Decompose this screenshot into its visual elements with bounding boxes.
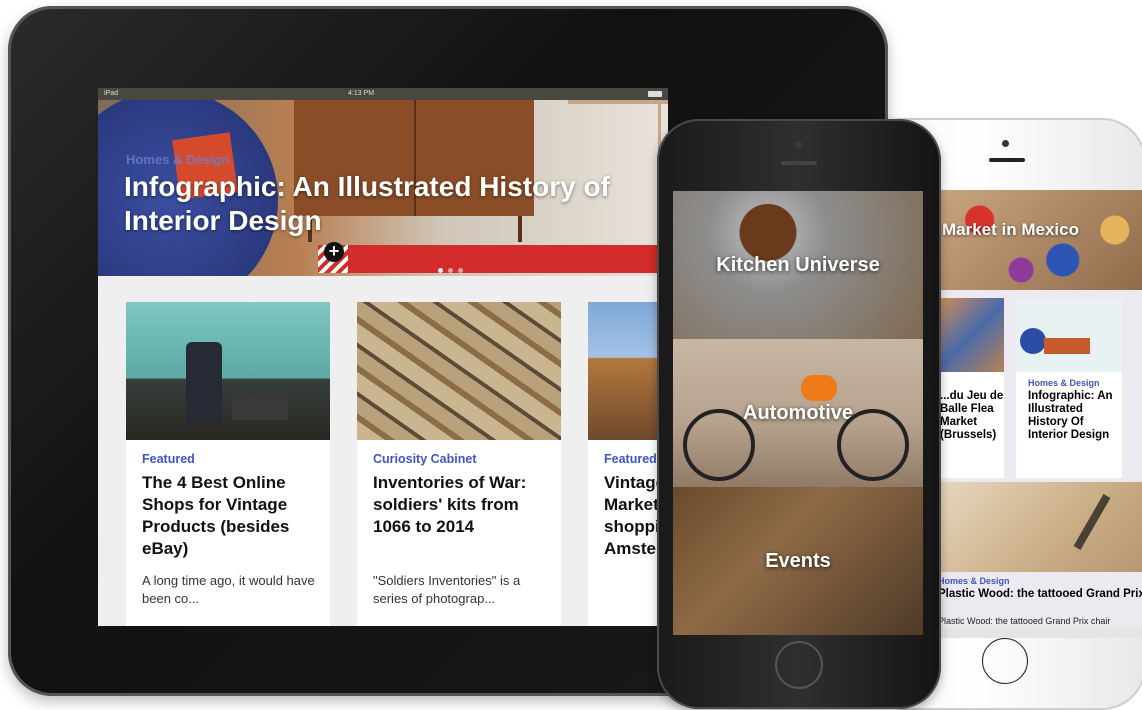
article-title[interactable]: The 4 Best Online Shops for Vintage Prod…	[142, 472, 322, 560]
bottom-bar	[938, 628, 1142, 638]
article-image	[357, 302, 561, 440]
category-tile-events[interactable]: Events	[673, 487, 923, 635]
phone-black-device: Kitchen Universe Automotive Events	[657, 119, 941, 709]
carousel-dot[interactable]	[448, 268, 453, 273]
status-time: 4:13 PM	[348, 90, 375, 97]
carousel-dot[interactable]	[438, 268, 443, 273]
article-card[interactable]: Featured The 4 Best Online Shops for Vin…	[126, 302, 330, 626]
article-title[interactable]: ...du Jeu de Balle Flea Market (Brussels…	[940, 390, 1004, 442]
article-category: Featured	[604, 452, 657, 466]
hero-category: Homes & Design	[126, 152, 230, 167]
carousel-dots[interactable]	[438, 260, 468, 276]
category-label: Automotive	[743, 401, 853, 424]
article-cards: Featured The 4 Best Online Shops for Vin…	[98, 276, 668, 626]
phone-black-screen: Kitchen Universe Automotive Events	[673, 191, 923, 635]
hero-title[interactable]: Infographic: An Illustrated History of I…	[124, 170, 668, 238]
hero-image-table	[568, 100, 668, 104]
home-button[interactable]	[982, 638, 1028, 684]
article-category: Curiosity Cabinet	[373, 452, 477, 466]
speaker-grille	[989, 158, 1025, 162]
article-image	[588, 302, 668, 440]
hero-banner[interactable]: Homes & Design Infographic: An Illustrat…	[98, 100, 668, 276]
feature-image[interactable]	[938, 190, 1142, 290]
status-bar: iPad 4:13 PM	[98, 88, 668, 100]
camera-icon	[795, 141, 802, 148]
article-image[interactable]	[938, 482, 1142, 572]
add-icon[interactable]: +	[324, 242, 344, 262]
article-card[interactable]: Homes & Design Infographic: An Illustrat…	[1016, 298, 1122, 478]
article-category: Homes & Design	[938, 576, 1010, 586]
home-button[interactable]	[775, 641, 823, 689]
card-row: ...du Jeu de Balle Flea Market (Brussels…	[938, 298, 1142, 478]
article-excerpt: "Soldiers Inventories" is a series of ph…	[373, 573, 521, 606]
article-title[interactable]: Infographic: An Illustrated History Of I…	[1028, 390, 1118, 442]
category-tile-automotive[interactable]: Automotive	[673, 339, 923, 487]
article-card[interactable]: Featured Vintage and Flea Markets: 3 day…	[588, 302, 668, 626]
category-tile-kitchen[interactable]: Kitchen Universe	[673, 191, 923, 339]
article-excerpt: A long time ago, it would have been co..…	[142, 573, 315, 606]
carousel-dot[interactable]	[458, 268, 463, 273]
phone-white-screen: Market in Mexico ...du Jeu de Balle Flea…	[938, 190, 1142, 638]
article-image	[126, 302, 330, 440]
speaker-grille	[781, 161, 817, 165]
article-category: Homes & Design	[1028, 378, 1100, 388]
article-card[interactable]: ...du Jeu de Balle Flea Market (Brussels…	[938, 298, 1004, 478]
hero-image-redbar	[348, 245, 668, 273]
battery-icon	[648, 91, 662, 97]
carrier-label: iPad	[104, 90, 119, 97]
article-image	[1016, 298, 1122, 372]
article-card[interactable]: Curiosity Cabinet Inventories of War: so…	[357, 302, 561, 626]
category-label: Kitchen Universe	[716, 253, 880, 276]
article-title[interactable]: Plastic Wood: the tattooed Grand Prix ch…	[938, 588, 1142, 601]
camera-icon	[1002, 140, 1009, 147]
feature-title[interactable]: Market in Mexico	[942, 220, 1079, 240]
article-title[interactable]: Inventories of War: soldiers' kits from …	[373, 472, 553, 538]
category-label: Events	[765, 549, 831, 572]
article-image	[938, 298, 1004, 372]
article-excerpt: Plastic Wood: the tattooed Grand Prix ch…	[938, 616, 1111, 626]
article-category: Featured	[142, 452, 195, 466]
tablet-screen: iPad 4:13 PM Homes & Design Infographic:…	[98, 88, 668, 626]
